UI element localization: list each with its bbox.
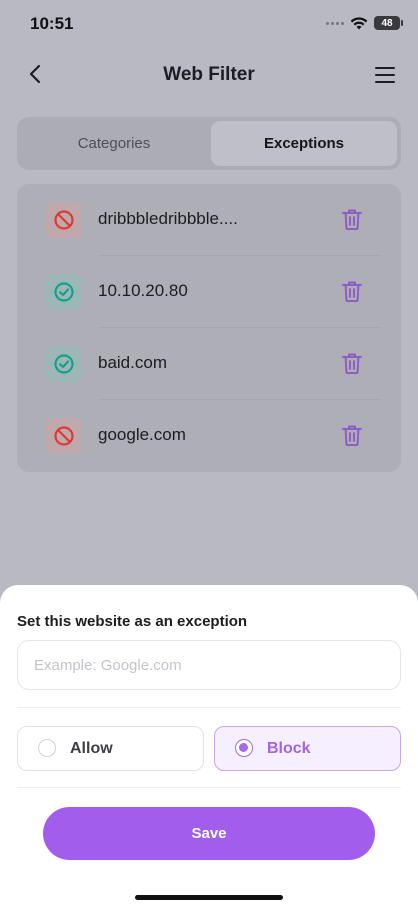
check-circle-icon (54, 282, 74, 302)
wifi-icon (350, 16, 368, 29)
battery-level: 48 (381, 17, 393, 29)
exception-domain: baid.com (98, 353, 167, 372)
signal-dots-icon (326, 21, 344, 25)
allow-radio[interactable] (38, 739, 56, 757)
exception-domain: google.com (98, 425, 186, 444)
save-button[interactable]: Save (43, 807, 375, 860)
sheet-divider (17, 707, 401, 708)
block-status-badge (46, 202, 82, 238)
exception-domain: 10.10.20.80 (98, 281, 188, 300)
delete-button[interactable] (339, 351, 365, 377)
block-icon (54, 210, 74, 230)
list-item[interactable]: 10.10.20.80 (17, 256, 401, 328)
exceptions-list: dribbbledribbble.... 10.10.20.80 baid.co… (17, 184, 401, 472)
allow-option[interactable]: Allow (17, 726, 204, 771)
allow-status-badge (46, 274, 82, 310)
exception-domain: dribbbledribbble.... (98, 209, 238, 228)
trash-icon (342, 425, 362, 446)
trash-icon (342, 281, 362, 302)
menu-button[interactable] (372, 62, 398, 88)
sheet-title: Set this website as an exception (17, 613, 248, 630)
status-time: 10:51 (30, 14, 74, 33)
list-item[interactable]: baid.com (17, 328, 401, 400)
battery-icon: 48 (374, 16, 403, 30)
website-input[interactable] (17, 640, 401, 690)
check-circle-icon (54, 354, 74, 374)
status-bar: 10:51 48 (0, 0, 418, 50)
block-radio[interactable] (235, 739, 253, 757)
segmented-tabs: Categories Exceptions (17, 117, 401, 170)
block-option[interactable]: Block (214, 726, 401, 771)
list-item[interactable]: dribbbledribbble.... (17, 184, 401, 256)
delete-button[interactable] (339, 423, 365, 449)
block-option-label: Block (267, 740, 311, 757)
nav-bar: Web Filter (0, 52, 418, 96)
trash-icon (342, 209, 362, 230)
page-title: Web Filter (163, 64, 255, 85)
home-indicator (135, 895, 283, 900)
delete-button[interactable] (339, 279, 365, 305)
sheet-divider (17, 787, 401, 788)
delete-button[interactable] (339, 207, 365, 233)
status-icons: 48 (326, 16, 403, 30)
tab-exceptions[interactable]: Exceptions (211, 121, 397, 166)
trash-icon (342, 353, 362, 374)
block-icon (54, 426, 74, 446)
block-status-badge (46, 418, 82, 454)
allow-status-badge (46, 346, 82, 382)
exception-bottom-sheet: Set this website as an exception Allow B… (0, 585, 418, 911)
hamburger-menu-icon (375, 67, 395, 83)
tab-categories[interactable]: Categories (21, 121, 207, 166)
allow-option-label: Allow (70, 740, 113, 757)
list-item[interactable]: google.com (17, 400, 401, 472)
screen: 10:51 48 Web Filter Categories Exception… (0, 0, 418, 911)
